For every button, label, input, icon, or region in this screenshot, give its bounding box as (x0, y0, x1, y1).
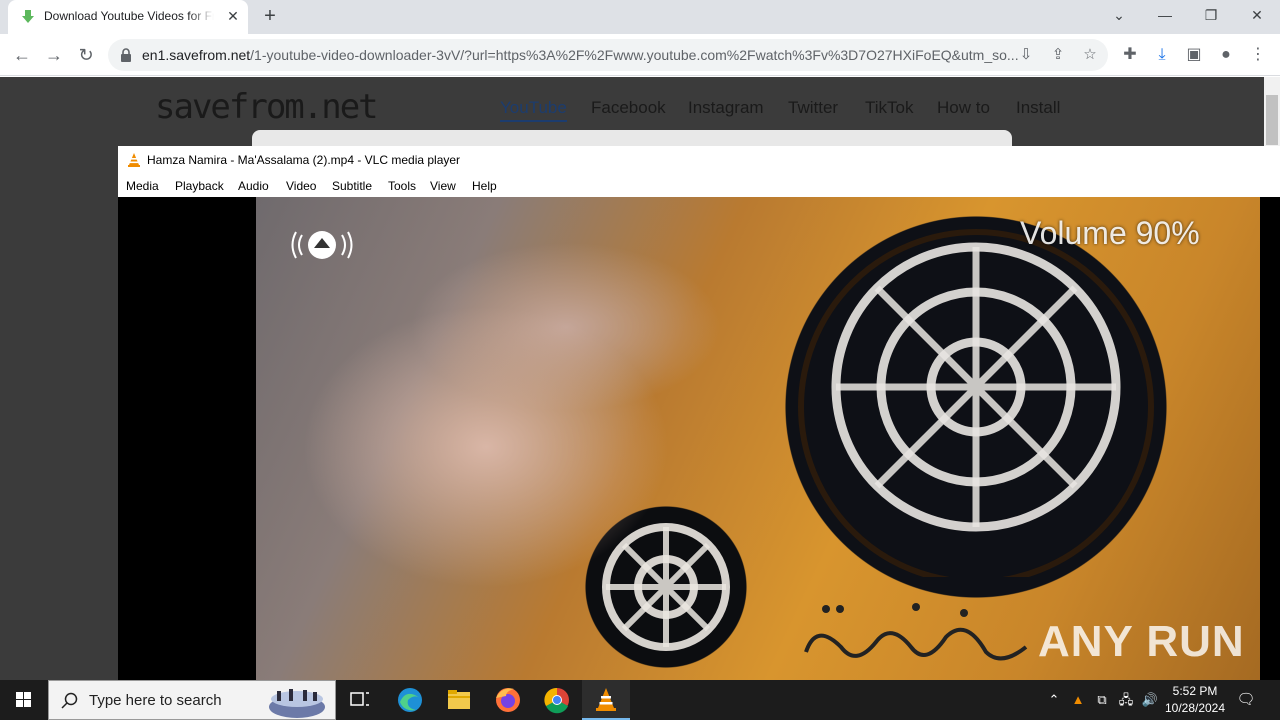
volume-icon[interactable]: 🔊 (1140, 690, 1160, 710)
show-hidden-icons-icon[interactable]: ⌃ (1044, 690, 1064, 710)
url-path: /1-youtube-video-downloader-3vV/?url=htt… (250, 47, 1019, 63)
vlc-video-area[interactable]: Volume 90% ANY RUN (118, 197, 1280, 680)
reload-icon[interactable]: ↻ (73, 42, 99, 68)
anyrun-watermark: ANY RUN (1038, 617, 1245, 666)
search-icon (61, 692, 78, 709)
tab-close-icon[interactable]: ✕ (224, 7, 242, 25)
menu-video[interactable]: Video (286, 179, 316, 193)
browser-toolbar: ← → ↻ en1.savefrom.net/1-youtube-video-d… (0, 34, 1280, 76)
oud-rosette-small (602, 523, 730, 651)
network-icon[interactable]: 🖧 (1116, 690, 1136, 710)
url-text[interactable]: en1.savefrom.net/1-youtube-video-downloa… (142, 47, 1022, 63)
bookmark-star-icon[interactable]: ☆ (1080, 45, 1100, 65)
vlc-window: Hamza Namira - Ma'Assalama (2).mp4 - VLC… (118, 146, 1280, 680)
arabic-signature-logo (804, 603, 1028, 661)
chrome-icon[interactable] (533, 680, 581, 720)
device-tray-icon[interactable]: ⧉ (1092, 690, 1112, 710)
nav-twitter[interactable]: Twitter (788, 98, 838, 118)
nav-facebook[interactable]: Facebook (591, 98, 666, 118)
share-icon[interactable]: ⇪ (1048, 45, 1068, 65)
downloads-icon[interactable]: ⤓ (1149, 42, 1175, 68)
browser-tab[interactable]: Download Youtube Videos for Free ✕ (8, 0, 248, 34)
close-window-icon[interactable]: ✕ (1243, 4, 1271, 26)
file-explorer-icon[interactable] (435, 680, 483, 720)
nav-youtube[interactable]: YouTube (500, 98, 567, 122)
menu-subtitle[interactable]: Subtitle (332, 179, 372, 193)
windows-taskbar: Type here to search ⌃ ▲ ⧉ 🖧 🔊 5:52 PM 10… (0, 680, 1280, 720)
volume-osd: Volume 90% (1020, 215, 1200, 251)
vlc-window-title: Hamza Namira - Ma'Assalama (2).mp4 - VLC… (147, 153, 461, 167)
url-host: en1.savefrom.net (142, 47, 251, 63)
broadcaster-logo-icon (291, 231, 353, 259)
vlc-menubar: Media Playback Audio Video Subtitle Tool… (118, 174, 1280, 197)
menu-help[interactable]: Help (472, 179, 497, 193)
menu-audio[interactable]: Audio (238, 179, 269, 193)
task-view-icon[interactable] (336, 680, 384, 720)
menu-media[interactable]: Media (126, 179, 159, 193)
minimize-icon[interactable]: — (1151, 4, 1179, 26)
install-app-icon[interactable]: ⇩ (1016, 45, 1036, 65)
vlc-taskbar-icon[interactable] (582, 680, 630, 720)
savefrom-favicon-icon (22, 10, 34, 23)
vlc-cone-icon (128, 153, 140, 167)
nav-howto[interactable]: How to (937, 98, 990, 118)
search-highlight-image (269, 689, 325, 718)
notification-center-icon[interactable]: 🗨 (1236, 690, 1256, 710)
windows-start-icon[interactable] (0, 680, 48, 720)
lock-icon (121, 48, 131, 62)
back-icon[interactable]: ← (9, 42, 35, 68)
firefox-icon[interactable] (484, 680, 532, 720)
scrollbar-thumb[interactable] (1266, 95, 1278, 145)
new-tab-button[interactable]: + (258, 5, 282, 29)
search-placeholder: Type here to search (89, 692, 222, 709)
nav-install[interactable]: Install (1016, 98, 1060, 118)
video-frame-oud: Volume 90% ANY RUN (256, 197, 1260, 680)
address-bar[interactable]: en1.savefrom.net/1-youtube-video-downloa… (108, 39, 1108, 71)
forward-icon[interactable]: → (41, 42, 67, 68)
menu-tools[interactable]: Tools (388, 179, 416, 193)
profile-avatar-icon[interactable]: ● (1213, 42, 1239, 68)
nav-instagram[interactable]: Instagram (688, 98, 764, 118)
side-panel-icon[interactable]: ▣ (1181, 42, 1207, 68)
menu-view[interactable]: View (430, 179, 456, 193)
tab-search-icon[interactable]: ⌄ (1105, 4, 1133, 26)
clock-time[interactable]: 5:52 PM (1160, 684, 1230, 698)
restore-icon[interactable]: ❐ (1197, 4, 1225, 26)
browser-tabstrip: Download Youtube Videos for Free ✕ + ⌄ —… (0, 0, 1280, 34)
vlc-tray-icon[interactable]: ▲ (1068, 690, 1088, 710)
menu-playback[interactable]: Playback (175, 179, 224, 193)
site-logo[interactable]: savefrom.net (155, 87, 379, 127)
clock-date[interactable]: 10/28/2024 (1160, 701, 1230, 715)
oud-rosette-large (798, 229, 1154, 577)
taskbar-search-box[interactable]: Type here to search (48, 680, 336, 720)
tab-title: Download Youtube Videos for Free (44, 9, 214, 23)
menu-kebab-icon[interactable]: ⋮ (1245, 42, 1271, 68)
nav-tiktok[interactable]: TikTok (865, 98, 914, 118)
extensions-icon[interactable]: ✚ (1117, 42, 1143, 68)
vlc-titlebar[interactable]: Hamza Namira - Ma'Assalama (2).mp4 - VLC… (118, 146, 1280, 174)
edge-icon[interactable] (386, 680, 434, 720)
